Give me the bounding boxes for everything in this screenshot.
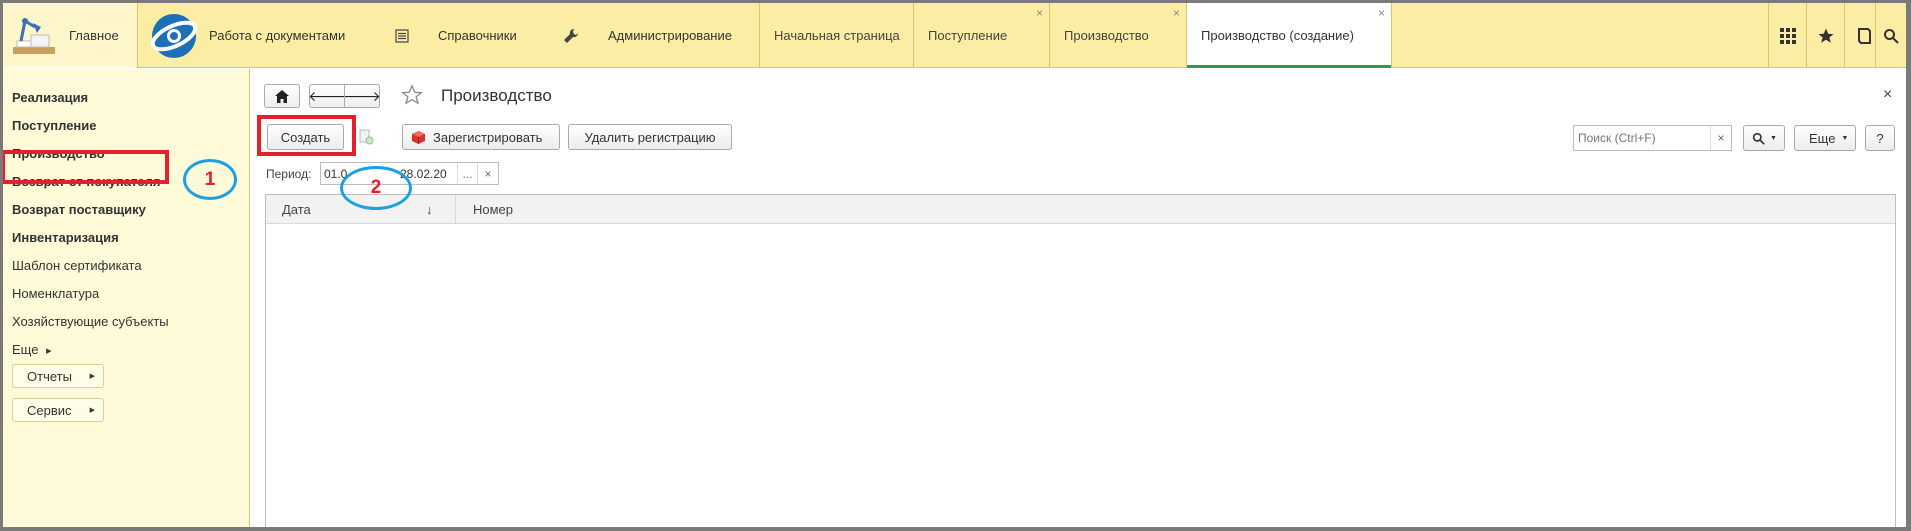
- arrow-left-icon: 🡐: [308, 87, 346, 104]
- search-input[interactable]: [1574, 126, 1711, 150]
- list-icon: [395, 29, 409, 43]
- period-label: Период:: [266, 167, 312, 181]
- sidebar-item-inventory[interactable]: Инвентаризация: [12, 230, 119, 245]
- app-window: Главное Работа с документами Справочники: [3, 3, 1906, 527]
- reports-button-label: Отчеты: [27, 368, 72, 384]
- register-button[interactable]: Зарегистрировать: [402, 124, 560, 150]
- forward-button[interactable]: 🡒: [343, 84, 381, 108]
- table-header: Дата ↓ Номер: [266, 195, 1895, 224]
- close-icon[interactable]: ×: [1883, 86, 1892, 104]
- annotation-marker-2: 2: [340, 166, 412, 210]
- annotation-highlight-production: [3, 150, 169, 184]
- period-select-button[interactable]: ...: [457, 163, 477, 184]
- unregister-button[interactable]: Удалить регистрацию: [568, 124, 732, 150]
- unregister-button-label: Удалить регистрацию: [584, 129, 716, 145]
- close-icon[interactable]: ×: [1173, 6, 1180, 20]
- more-menu-button[interactable]: Еще ▼: [1794, 125, 1856, 151]
- section-administration[interactable]: Администрирование: [553, 3, 758, 68]
- add-copy-icon: [359, 129, 374, 145]
- section-administration-label: Администрирование: [608, 28, 732, 43]
- home-button[interactable]: [264, 84, 300, 108]
- sidebar-item-more-label: Еще: [12, 342, 39, 357]
- tab-label: Поступление: [928, 28, 1008, 43]
- annotation-highlight-create: [257, 115, 356, 156]
- section-home-label: Главное: [69, 28, 119, 43]
- reports-button[interactable]: Отчеты ▶: [12, 364, 104, 388]
- chevron-down-icon: ▼: [1770, 134, 1777, 142]
- tab-production[interactable]: Производство ×: [1049, 3, 1186, 68]
- service-button-label: Сервис: [27, 402, 72, 418]
- tab-label: Начальная страница: [774, 28, 900, 43]
- star-outline-icon[interactable]: [401, 84, 423, 106]
- column-header-date-label: Дата: [282, 202, 311, 217]
- close-icon[interactable]: ×: [1036, 6, 1043, 20]
- service-button[interactable]: Сервис ▶: [12, 398, 104, 422]
- back-button[interactable]: 🡐: [308, 84, 346, 108]
- period-clear-button[interactable]: ×: [477, 163, 498, 184]
- tab-production-create[interactable]: Производство (создание) ×: [1186, 3, 1391, 68]
- tab-label: Производство: [1064, 28, 1149, 43]
- cube-icon: [412, 130, 425, 144]
- apps-grid-icon[interactable]: [1768, 3, 1806, 68]
- wrench-icon: [564, 28, 579, 43]
- tab-start-page[interactable]: Начальная страница: [759, 3, 913, 68]
- column-header-number-label: Номер: [473, 202, 514, 217]
- desk-lamp-icon: [13, 18, 55, 54]
- section-panel: Главное Работа с документами Справочники: [3, 3, 1906, 68]
- help-button-label: ?: [1876, 130, 1884, 146]
- tab-receipt[interactable]: Поступление ×: [913, 3, 1049, 68]
- column-header-number[interactable]: Номер: [456, 195, 513, 224]
- chevron-down-icon: ▼: [1841, 134, 1849, 142]
- sidebar-item-nomenclature[interactable]: Номенклатура: [12, 286, 99, 301]
- register-button-label: Зарегистрировать: [433, 129, 543, 145]
- sidebar-item-receipt[interactable]: Поступление: [12, 118, 97, 133]
- documents-table[interactable]: Дата ↓ Номер: [265, 194, 1896, 527]
- search-icon: [1752, 132, 1765, 145]
- favorites-star-icon[interactable]: [1806, 3, 1844, 68]
- triangle-right-icon: ▶: [89, 373, 95, 380]
- sidebar-item-business-entities[interactable]: Хозяйствующие субъекты: [12, 314, 169, 329]
- triangle-right-icon: ▶: [46, 347, 52, 355]
- home-icon: [275, 89, 289, 103]
- sidebar-item-certificate-template[interactable]: Шаблон сертификата: [12, 258, 142, 273]
- annotation-marker-1: 1: [183, 159, 237, 200]
- section-home[interactable]: Главное: [3, 3, 138, 68]
- section-references-label: Справочники: [438, 28, 517, 43]
- close-icon[interactable]: ×: [1378, 6, 1385, 20]
- sidebar-item-more[interactable]: Еще ▶: [12, 342, 51, 357]
- tab-separator: [1391, 3, 1392, 68]
- search-icon[interactable]: [1875, 3, 1906, 68]
- more-menu-label: Еще: [1809, 130, 1836, 146]
- globe-logo-icon: [150, 14, 198, 58]
- sidebar: Реализация Поступление Производство Возв…: [3, 69, 250, 527]
- search-clear-button[interactable]: ×: [1710, 126, 1731, 150]
- search-options-button[interactable]: ▼: [1743, 125, 1785, 151]
- sort-down-icon: ↓: [426, 202, 433, 217]
- copy-document-button[interactable]: [355, 126, 377, 148]
- section-references[interactable]: Справочники: [383, 3, 533, 68]
- help-button[interactable]: ?: [1865, 125, 1895, 151]
- section-documents-label: Работа с документами: [209, 28, 346, 43]
- search-box: ×: [1573, 125, 1732, 151]
- sidebar-item-sales[interactable]: Реализация: [12, 90, 88, 105]
- sidebar-item-supplier-return[interactable]: Возврат поставщику: [12, 202, 146, 217]
- page-title: Производство: [441, 86, 552, 105]
- tab-label: Производство (создание): [1201, 28, 1354, 43]
- arrow-right-icon: 🡒: [343, 87, 381, 104]
- triangle-right-icon: ▶: [89, 407, 95, 414]
